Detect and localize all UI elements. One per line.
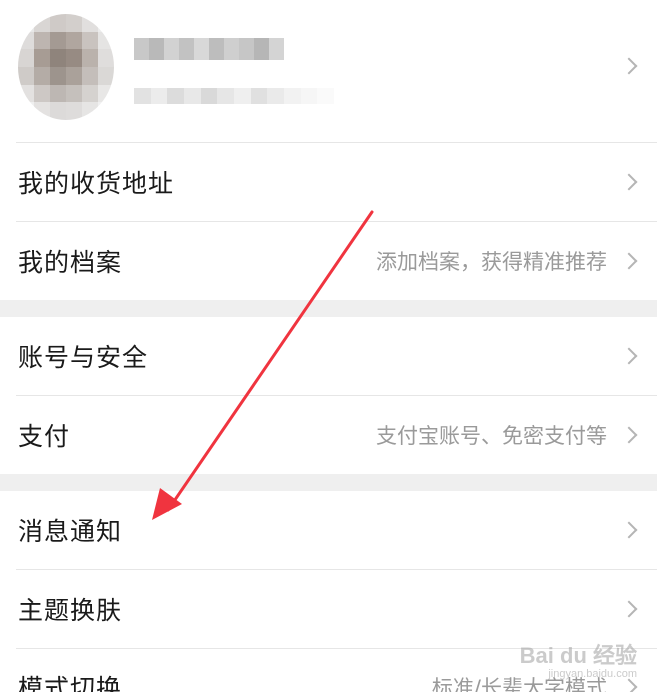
menu-item-notifications[interactable]: 消息通知 (0, 491, 657, 569)
menu-item-shipping-address[interactable]: 我的收货地址 (0, 143, 657, 221)
menu-item-label: 模式切换 (18, 674, 123, 692)
menu-item-theme[interactable]: 主题换肤 (0, 570, 657, 648)
menu-item-my-profile[interactable]: 我的档案 添加档案，获得精准推荐 (0, 222, 657, 300)
avatar (18, 14, 114, 120)
blurred-account-info (134, 88, 335, 104)
chevron-right-icon (620, 426, 638, 444)
profile-header[interactable] (0, 0, 657, 142)
menu-item-label: 账号与安全 (18, 343, 149, 372)
watermark-logo: Bai du 经验 jingyan.baidu.com (519, 643, 637, 680)
chevron-right-icon (620, 252, 638, 270)
blurred-username (134, 38, 284, 60)
chevron-right-icon (620, 57, 638, 75)
menu-item-hint: 添加档案，获得精准推荐 (376, 250, 607, 274)
chevron-right-icon (620, 600, 638, 618)
menu-item-label: 我的收货地址 (18, 169, 175, 198)
chevron-right-icon (620, 521, 638, 539)
menu-item-payment[interactable]: 支付 支付宝账号、免密支付等 (0, 396, 657, 474)
menu-item-label: 我的档案 (18, 248, 123, 277)
menu-item-label: 主题换肤 (18, 596, 123, 625)
chevron-right-icon (620, 347, 638, 365)
menu-item-label: 支付 (18, 422, 71, 451)
menu-item-label: 消息通知 (18, 517, 123, 546)
menu-item-hint: 支付宝账号、免密支付等 (376, 424, 607, 448)
chevron-right-icon (620, 173, 638, 191)
section-gap (0, 474, 657, 491)
menu-item-account-security[interactable]: 账号与安全 (0, 317, 657, 395)
chevron-right-icon (620, 678, 638, 692)
section-gap (0, 300, 657, 317)
